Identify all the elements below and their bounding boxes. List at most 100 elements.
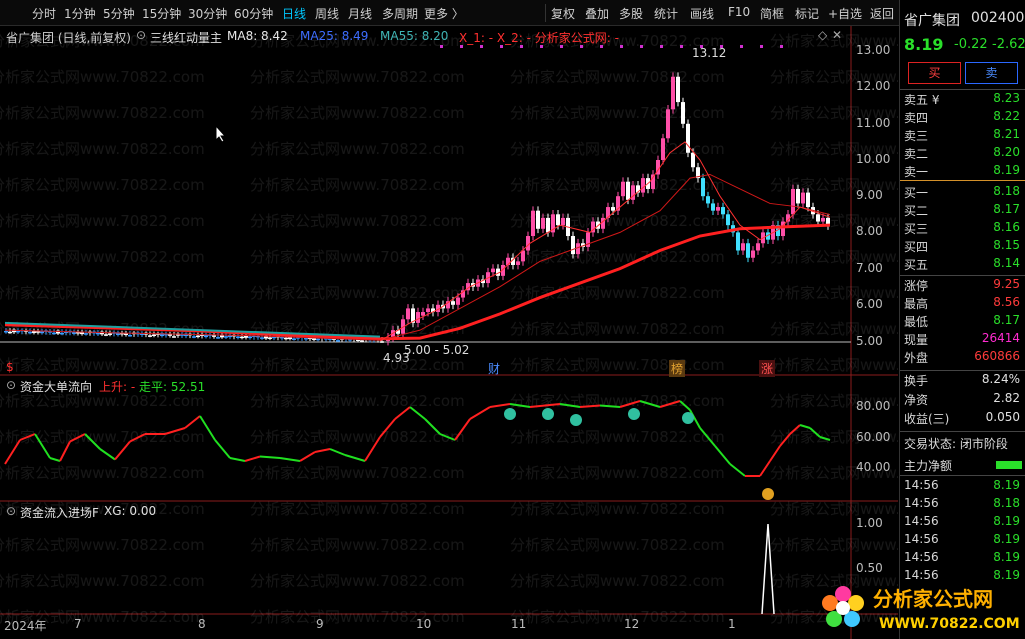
signal-dot	[780, 45, 783, 48]
quote-stat-value: 660866	[974, 349, 1020, 363]
candle-body	[516, 261, 520, 265]
flow-segment	[99, 448, 116, 461]
signal-badge-icon	[570, 414, 582, 426]
chart-canvas[interactable]: 分析家公式网www.70822.com 分析家公式网www.70822.com 分析…	[0, 26, 898, 639]
flow-segment	[729, 463, 746, 477]
event-marker[interactable]: $	[6, 360, 14, 374]
svg-text:分析家公式网www.70822.com: 分析家公式网www.70822.com	[0, 176, 205, 194]
sub2-y-tick: 1.00	[856, 516, 883, 530]
candle-body	[108, 333, 112, 335]
stats-button[interactable]: 统计	[654, 5, 678, 22]
mark-button[interactable]: 标记	[795, 5, 819, 22]
quote-stat2-label: 换手	[904, 374, 929, 388]
tick-row-value: 8.19	[993, 478, 1020, 492]
candle-body	[8, 331, 12, 334]
tick-row-label: 14:56	[904, 514, 939, 528]
candle-body	[661, 138, 665, 160]
tab-5min[interactable]: 5分钟	[103, 5, 135, 22]
candle-body	[148, 335, 152, 337]
f10-button[interactable]: F10	[728, 5, 750, 19]
quote-stat-label: 现量	[904, 333, 929, 347]
x-tick: 8	[198, 617, 206, 631]
svg-text:分析家公式网www.70822.com: 分析家公式网www.70822.com	[250, 356, 465, 374]
flow-segment	[314, 448, 331, 453]
trade-status: 交易状态: 闭市阶段	[904, 437, 1008, 451]
tab-more[interactable]: 更多 〉	[424, 5, 464, 22]
flow-segment	[759, 460, 771, 477]
candle-body	[52, 332, 56, 335]
overlay-button[interactable]: 叠加	[585, 5, 609, 22]
sell-button[interactable]: 卖	[965, 62, 1018, 84]
tab-weekly[interactable]: 周线	[315, 5, 339, 22]
tab-multi-period[interactable]: 多周期	[382, 5, 418, 22]
tab-daily[interactable]: 日线	[282, 5, 306, 22]
tab-1min[interactable]: 1分钟	[64, 5, 96, 22]
simple-frame-button[interactable]: 简框	[760, 5, 784, 22]
candle-body	[806, 192, 810, 208]
tab-15min[interactable]: 15分钟	[142, 5, 181, 22]
money-bag-icon	[762, 488, 774, 500]
tick-row-label: 14:56	[904, 478, 939, 492]
pct-change: -2.62	[992, 37, 1025, 52]
svg-text:分析家公式网www.70822.com: 分析家公式网www.70822.com	[0, 104, 205, 122]
candle-body	[521, 250, 525, 262]
main-net-label: 主力净额	[904, 459, 953, 473]
svg-text:分析家公式网www.70822.com: 分析家公式网www.70822.com	[510, 68, 725, 86]
diamond-icon[interactable]: ◇	[818, 28, 827, 42]
sub1-settings-icon[interactable]: ⊙	[6, 378, 16, 392]
site-logo: 分析家公式网 WWW.70822.COM	[822, 586, 1020, 632]
y-tick: 7.00	[856, 261, 883, 275]
formula-values: X_1: - X_2: - 分析家公式网: -	[459, 31, 619, 45]
sub2-settings-icon[interactable]: ⊙	[6, 504, 16, 518]
candle-body	[216, 337, 220, 339]
buy-button[interactable]: 买	[908, 62, 961, 84]
event-marker-limit-up[interactable]: 涨	[759, 360, 776, 377]
candle-body	[491, 268, 495, 273]
event-marker-finance[interactable]: 财	[488, 360, 500, 377]
candle-body	[260, 337, 264, 339]
fuquan-button[interactable]: 复权	[551, 5, 575, 22]
ask-level-label: 卖一	[904, 165, 929, 179]
candle-body	[666, 109, 670, 139]
quote-stat-label: 外盘	[904, 351, 929, 365]
quote-stat2-label: 收益(三)	[904, 412, 950, 426]
candle-body	[196, 335, 200, 338]
candle-body	[691, 152, 695, 168]
candle-body	[546, 217, 550, 233]
back-button[interactable]: 返回	[870, 5, 894, 22]
quote-stat2-value: 8.24%	[981, 372, 1020, 386]
bid-level-value: 8.15	[993, 238, 1020, 252]
sub1-y-tick: 60.00	[856, 430, 891, 444]
tab-monthly[interactable]: 月线	[348, 5, 372, 22]
candle-body	[626, 181, 630, 200]
tab-30min[interactable]: 30分钟	[188, 5, 227, 22]
y-tick: 11.00	[856, 116, 891, 130]
sub2-y-tick: 0.50	[856, 561, 883, 575]
x-tick: 7	[74, 617, 82, 631]
y-tick: 8.00	[856, 224, 883, 238]
svg-text:分析家公式网www.70822.com: 分析家公式网www.70822.com	[0, 68, 205, 86]
signal-dot	[680, 45, 683, 48]
ma55-label: MA55: 8.20	[380, 29, 449, 43]
draw-line-button[interactable]: 画线	[690, 5, 714, 22]
candle-body	[541, 217, 545, 229]
sub1-y-tick: 80.00	[856, 399, 891, 413]
add-watchlist-button[interactable]: +自选	[828, 5, 862, 22]
y-tick: 6.00	[856, 297, 883, 311]
indicator-name: 三线红动量主	[150, 31, 223, 45]
chart-area[interactable]: 分析家公式网www.70822.com 分析家公式网www.70822.com 分析…	[0, 26, 898, 639]
ask-level-value: 8.23	[993, 91, 1020, 105]
multi-stock-button[interactable]: 多股	[619, 5, 643, 22]
ask-level-label: 卖五 ¥	[904, 93, 940, 107]
indicator-settings-icon[interactable]: ⊙	[136, 28, 146, 42]
candle-body	[711, 203, 715, 211]
candle-body	[312, 338, 316, 340]
tab-fenshi[interactable]: 分时	[32, 5, 56, 22]
flow-segment	[344, 454, 366, 462]
y-tick: 12.00	[856, 79, 891, 93]
event-marker-list[interactable]: 榜	[669, 360, 686, 377]
close-icon[interactable]: ✕	[832, 28, 842, 42]
tab-60min[interactable]: 60分钟	[234, 5, 273, 22]
quote-stat2-value: 0.050	[985, 410, 1020, 424]
candle-body	[60, 332, 64, 335]
